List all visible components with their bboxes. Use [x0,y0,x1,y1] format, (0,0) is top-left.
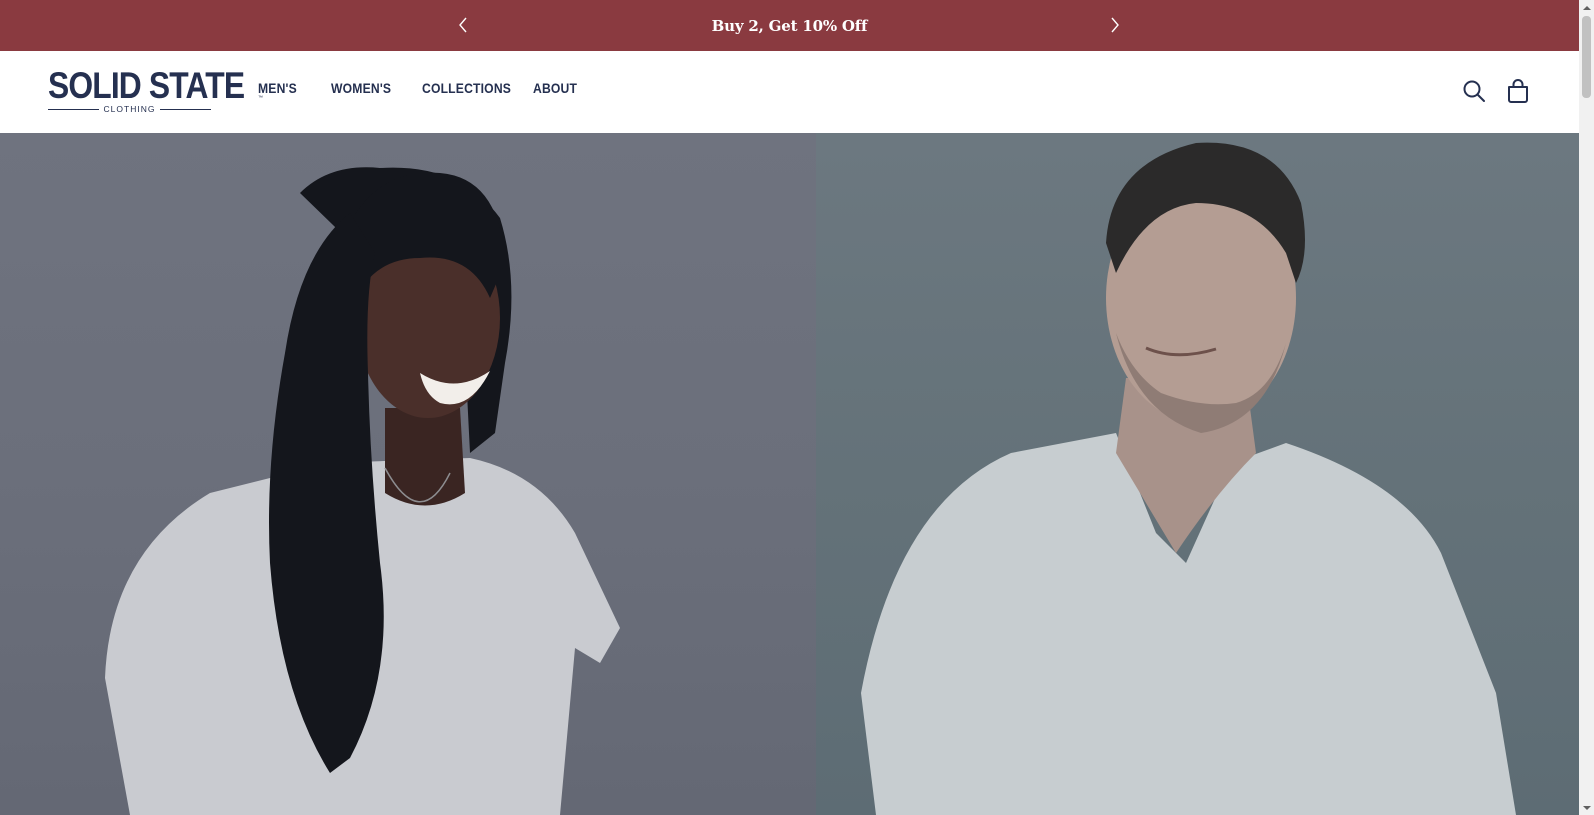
man-photo-illustration [861,142,1516,815]
chevron-left-icon [459,17,467,33]
announcement-next-button[interactable] [1105,15,1125,35]
cart-button[interactable] [1505,78,1531,104]
site-header: SOLID STATE ™ CLOTHING MEN'S WOMEN'S COL… [0,51,1579,133]
page-scrollbar[interactable] [1579,0,1594,815]
nav-item-about[interactable]: ABOUT [533,81,577,96]
announcement-prev-button[interactable] [453,15,473,35]
hero-banner[interactable] [0,133,1579,815]
brand-logo[interactable]: SOLID STATE ™ CLOTHING [48,65,263,116]
announcement-bar: Buy 2, Get 10% Off [0,0,1579,51]
nav-item-mens[interactable]: MEN'S [258,81,297,96]
hero-image-women[interactable] [0,133,816,815]
scroll-up-button[interactable] [1579,0,1594,15]
announcement-message[interactable]: Buy 2, Get 10% Off [712,17,868,35]
search-icon [1463,80,1485,102]
scroll-down-arrow-icon [1582,805,1591,810]
logo-rule-left [48,108,99,110]
search-button[interactable] [1461,78,1487,104]
logo-wordmark: SOLID STATE [48,65,245,106]
logo-subtitle: CLOTHING [103,104,156,114]
nav-item-collections[interactable]: COLLECTIONS [422,81,511,96]
hero-image-men[interactable] [816,133,1579,815]
scrollbar-thumb[interactable] [1582,16,1591,98]
scroll-down-button[interactable] [1579,800,1594,815]
logo-subtitle-row: CLOTHING [48,103,212,115]
shopping-bag-icon [1508,79,1528,103]
scroll-up-arrow-icon [1582,5,1591,10]
woman-photo-illustration [105,167,620,815]
nav-item-womens[interactable]: WOMEN'S [331,81,391,96]
logo-rule-right [160,108,212,110]
chevron-right-icon [1111,17,1119,33]
